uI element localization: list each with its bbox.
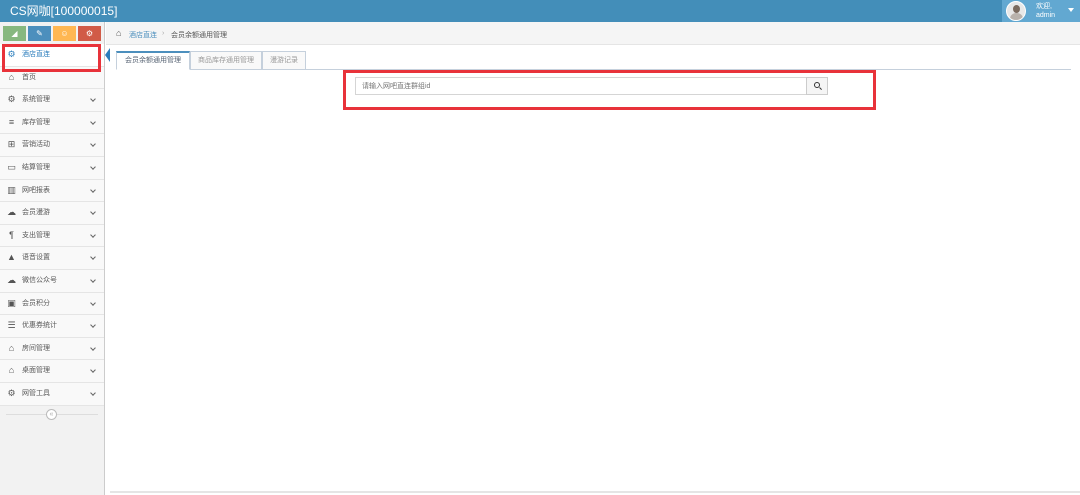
breadcrumb: ⌂ 酒店直连 › 会员余额通用管理 bbox=[106, 22, 1080, 45]
breadcrumb-current: 会员余额通用管理 bbox=[171, 32, 227, 39]
sidebar-item-label: 优惠券统计 bbox=[22, 322, 57, 330]
sidebar-item[interactable]: ¶ 支出管理 bbox=[0, 224, 104, 248]
app-title[interactable]: CS网咖[100000015] bbox=[10, 3, 117, 19]
sidebar: ◢ ✎ ☺ ⚙ ⚙ 酒店直连 ⌂ 首页 ⚙ 系统管理 ≡ 库存管理 ⊞ 营销活动 ▭ 结算管理 ▥ 网吧报… bbox=[0, 22, 110, 495]
chevron-down-icon[interactable] bbox=[90, 186, 96, 193]
pencil-icon[interactable]: ✎ bbox=[28, 26, 51, 41]
sidebar-item-label: 首页 bbox=[22, 73, 36, 81]
cogs-icon[interactable]: ⚙ bbox=[78, 26, 101, 41]
greeting-text: 欢迎, bbox=[1036, 3, 1052, 10]
user-greeting: 欢迎, admin bbox=[1036, 2, 1055, 20]
tab-member-balance[interactable]: 会员余额通用管理 bbox=[116, 51, 190, 70]
breadcrumb-link[interactable]: 酒店直连 bbox=[129, 30, 157, 40]
gear-icon: ⚙ bbox=[7, 387, 16, 398]
sidebar-item[interactable]: ▲ 语音设置 bbox=[0, 247, 104, 270]
cloud-icon: ☁ bbox=[7, 274, 16, 285]
list-icon: ☰ bbox=[7, 320, 16, 331]
sidebar-item-label: 桌面管理 bbox=[22, 367, 50, 375]
chevron-down-icon[interactable] bbox=[90, 277, 96, 283]
sidebar-item[interactable]: ☁ 微信公众号 bbox=[0, 269, 104, 293]
chevron-down-icon[interactable] bbox=[90, 322, 96, 328]
sidebar-item-label: 支出管理 bbox=[22, 231, 50, 239]
sidebar-item-label: 会员积分 bbox=[22, 299, 50, 307]
signal-icon[interactable]: ◢ bbox=[3, 26, 26, 41]
sidebar-item[interactable]: ⚙ 网管工具 bbox=[0, 382, 104, 406]
highlight-box-search bbox=[343, 70, 876, 110]
users-icon[interactable]: ☺ bbox=[53, 26, 76, 41]
home-icon: ⌂ bbox=[8, 342, 15, 353]
sidebar-item[interactable]: ≡ 库存管理 bbox=[0, 111, 104, 135]
money-icon: ▣ bbox=[7, 297, 16, 308]
sidebar-item-label: 房间管理 bbox=[22, 344, 50, 352]
sidebar-item-label: 结算管理 bbox=[22, 163, 50, 171]
bar-chart-icon: ▥ bbox=[7, 184, 16, 195]
chevron-down-icon[interactable] bbox=[90, 231, 96, 238]
chevron-down-icon[interactable] bbox=[90, 390, 96, 396]
sidebar-item[interactable]: ⊞ 营销活动 bbox=[0, 134, 104, 157]
home-icon: ⌂ bbox=[8, 71, 15, 82]
sidebar-item[interactable]: ☁ 会员漫游 bbox=[0, 202, 104, 225]
chevron-down-icon[interactable] bbox=[90, 254, 96, 261]
sidebar-item[interactable]: ⌂ 房间管理 bbox=[0, 337, 104, 361]
chevron-down-icon[interactable] bbox=[1068, 8, 1074, 12]
chevron-down-icon[interactable] bbox=[90, 141, 96, 148]
sidebar-item-label: 微信公众号 bbox=[22, 276, 57, 284]
sidebar-item-label: 网管工具 bbox=[22, 389, 50, 397]
sidebar-item-label: 营销活动 bbox=[22, 141, 50, 149]
tab-goods-stock[interactable]: 商品库存通用管理 bbox=[190, 51, 262, 70]
chevron-down-icon[interactable] bbox=[90, 344, 96, 351]
sidebar-item-label: 会员漫游 bbox=[22, 209, 50, 217]
database-icon: ≡ bbox=[8, 116, 15, 127]
sidebar-collapse: « bbox=[0, 406, 104, 422]
chevron-down-icon[interactable] bbox=[90, 164, 96, 170]
sidebar-item[interactable]: ▣ 会员积分 bbox=[0, 292, 104, 316]
sidebar-item-label: 网吧报表 bbox=[22, 186, 50, 194]
home-icon: ⌂ bbox=[8, 365, 15, 376]
cutlery-icon: ¶ bbox=[9, 229, 14, 240]
active-indicator bbox=[105, 48, 110, 62]
sidebar-item-label: 库存管理 bbox=[22, 118, 50, 126]
sidebar-item[interactable]: ⚙ 系统管理 bbox=[0, 89, 104, 112]
footer-divider bbox=[110, 491, 1080, 493]
credit-card-icon: ▭ bbox=[7, 161, 16, 172]
avatar[interactable] bbox=[1006, 1, 1026, 21]
tab-roaming-records[interactable]: 漫游记录 bbox=[262, 51, 306, 70]
gift-icon: ⊞ bbox=[7, 139, 16, 150]
gear-icon: ⚙ bbox=[7, 94, 16, 105]
tab-bar: 会员余额通用管理 商品库存通用管理 漫游记录 bbox=[116, 51, 1071, 70]
cloud-icon: ☁ bbox=[7, 207, 16, 218]
home-icon[interactable]: ⌂ bbox=[116, 28, 121, 38]
sidebar-item-label: 语音设置 bbox=[22, 254, 50, 262]
user-name: admin bbox=[1036, 12, 1056, 19]
sidebar-item[interactable]: ⌂ 桌面管理 bbox=[0, 360, 104, 383]
bell-icon: ▲ bbox=[7, 252, 16, 263]
collapse-icon[interactable]: « bbox=[46, 409, 57, 420]
chevron-down-icon[interactable] bbox=[90, 367, 96, 374]
sidebar-item-label: 系统管理 bbox=[22, 96, 50, 104]
chevron-down-icon[interactable] bbox=[90, 299, 96, 306]
user-menu[interactable]: 欢迎, admin bbox=[1002, 0, 1080, 22]
chevron-down-icon[interactable] bbox=[90, 209, 96, 215]
sidebar-shortcuts: ◢ ✎ ☺ ⚙ bbox=[0, 22, 105, 44]
top-navbar: CS网咖[100000015] 欢迎, admin bbox=[0, 0, 1080, 22]
breadcrumb-separator: › bbox=[162, 30, 165, 37]
sidebar-item[interactable]: ▥ 网吧报表 bbox=[0, 179, 104, 203]
chevron-down-icon[interactable] bbox=[90, 118, 96, 125]
chevron-down-icon[interactable] bbox=[90, 96, 96, 103]
sidebar-item[interactable]: ▭ 结算管理 bbox=[0, 156, 104, 180]
highlight-box-sidebar bbox=[2, 44, 101, 72]
sidebar-item[interactable]: ☰ 优惠券统计 bbox=[0, 315, 104, 338]
sidebar-menu: ⚙ 酒店直连 ⌂ 首页 ⚙ 系统管理 ≡ 库存管理 ⊞ 营销活动 ▭ 结算管理 ▥ 网吧报表 ☁ 会员漫游 ¶ 支… bbox=[0, 44, 110, 406]
